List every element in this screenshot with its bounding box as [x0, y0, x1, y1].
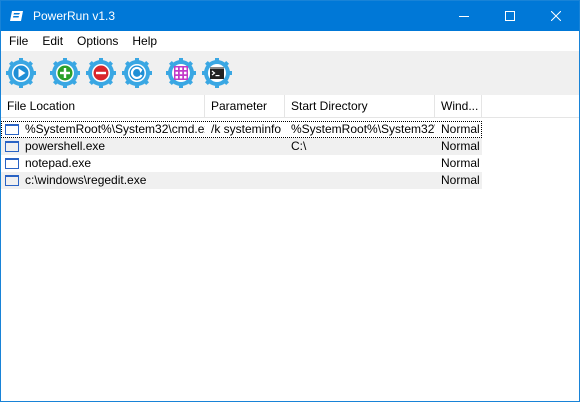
row-file-location: powershell.exe: [25, 139, 106, 153]
application-icon: [5, 124, 19, 135]
maximize-icon: [505, 11, 515, 21]
row-file-location: %SystemRoot%\System32\cmd.exe: [25, 122, 205, 136]
toolbar: [1, 51, 579, 95]
list-row[interactable]: c:\windows\regedit.exe Normal: [1, 172, 482, 189]
application-icon: [5, 141, 19, 152]
row-window: Normal: [441, 173, 480, 187]
application-icon: [5, 175, 19, 186]
column-parameter[interactable]: Parameter: [205, 95, 285, 117]
command-prompt-button[interactable]: [201, 57, 233, 89]
main-window: PowerRun v1.3 File Edit Options Help Fil…: [0, 0, 580, 402]
list-row[interactable]: powershell.exe C:\ Normal: [1, 138, 482, 155]
row-window: Normal: [441, 139, 480, 153]
application-icon: [5, 158, 19, 169]
window-title: PowerRun v1.3: [33, 9, 116, 23]
row-start-directory: %SystemRoot%\System32\: [291, 122, 435, 136]
list-header: File Location Parameter Start Directory …: [1, 95, 579, 118]
close-button[interactable]: [533, 1, 579, 31]
app-icon: [10, 11, 23, 21]
add-button[interactable]: [49, 57, 81, 89]
remove-icon: [86, 58, 116, 88]
row-file-location: c:\windows\regedit.exe: [25, 173, 147, 187]
close-icon: [551, 11, 561, 21]
row-window: Normal: [441, 122, 480, 136]
grid-button[interactable]: [165, 57, 197, 89]
menu-help[interactable]: Help: [125, 31, 164, 51]
grid-icon: [166, 58, 196, 88]
minimize-button[interactable]: [441, 1, 487, 31]
title-bar[interactable]: PowerRun v1.3: [1, 1, 579, 31]
column-start-directory[interactable]: Start Directory: [285, 95, 435, 117]
menu-bar: File Edit Options Help: [1, 31, 579, 51]
row-parameter: /k systeminfo: [211, 122, 282, 136]
list-row[interactable]: notepad.exe Normal: [1, 155, 482, 172]
run-button[interactable]: [5, 57, 37, 89]
menu-edit[interactable]: Edit: [35, 31, 70, 51]
refresh-button[interactable]: [121, 57, 153, 89]
column-file-location[interactable]: File Location: [1, 95, 205, 117]
row-file-location: notepad.exe: [25, 156, 92, 170]
add-icon: [50, 58, 80, 88]
menu-file[interactable]: File: [2, 31, 35, 51]
refresh-icon: [122, 58, 152, 88]
menu-options[interactable]: Options: [70, 31, 125, 51]
row-start-directory: C:\: [291, 139, 307, 153]
run-icon: [6, 58, 36, 88]
remove-button[interactable]: [85, 57, 117, 89]
minimize-icon: [459, 16, 469, 17]
maximize-button[interactable]: [487, 1, 533, 31]
column-window[interactable]: Wind...: [435, 95, 482, 117]
row-window: Normal: [441, 156, 480, 170]
program-list[interactable]: File Location Parameter Start Directory …: [1, 95, 579, 401]
command-prompt-icon: [202, 58, 232, 88]
list-row[interactable]: %SystemRoot%\System32\cmd.exe /k systemi…: [1, 121, 482, 138]
